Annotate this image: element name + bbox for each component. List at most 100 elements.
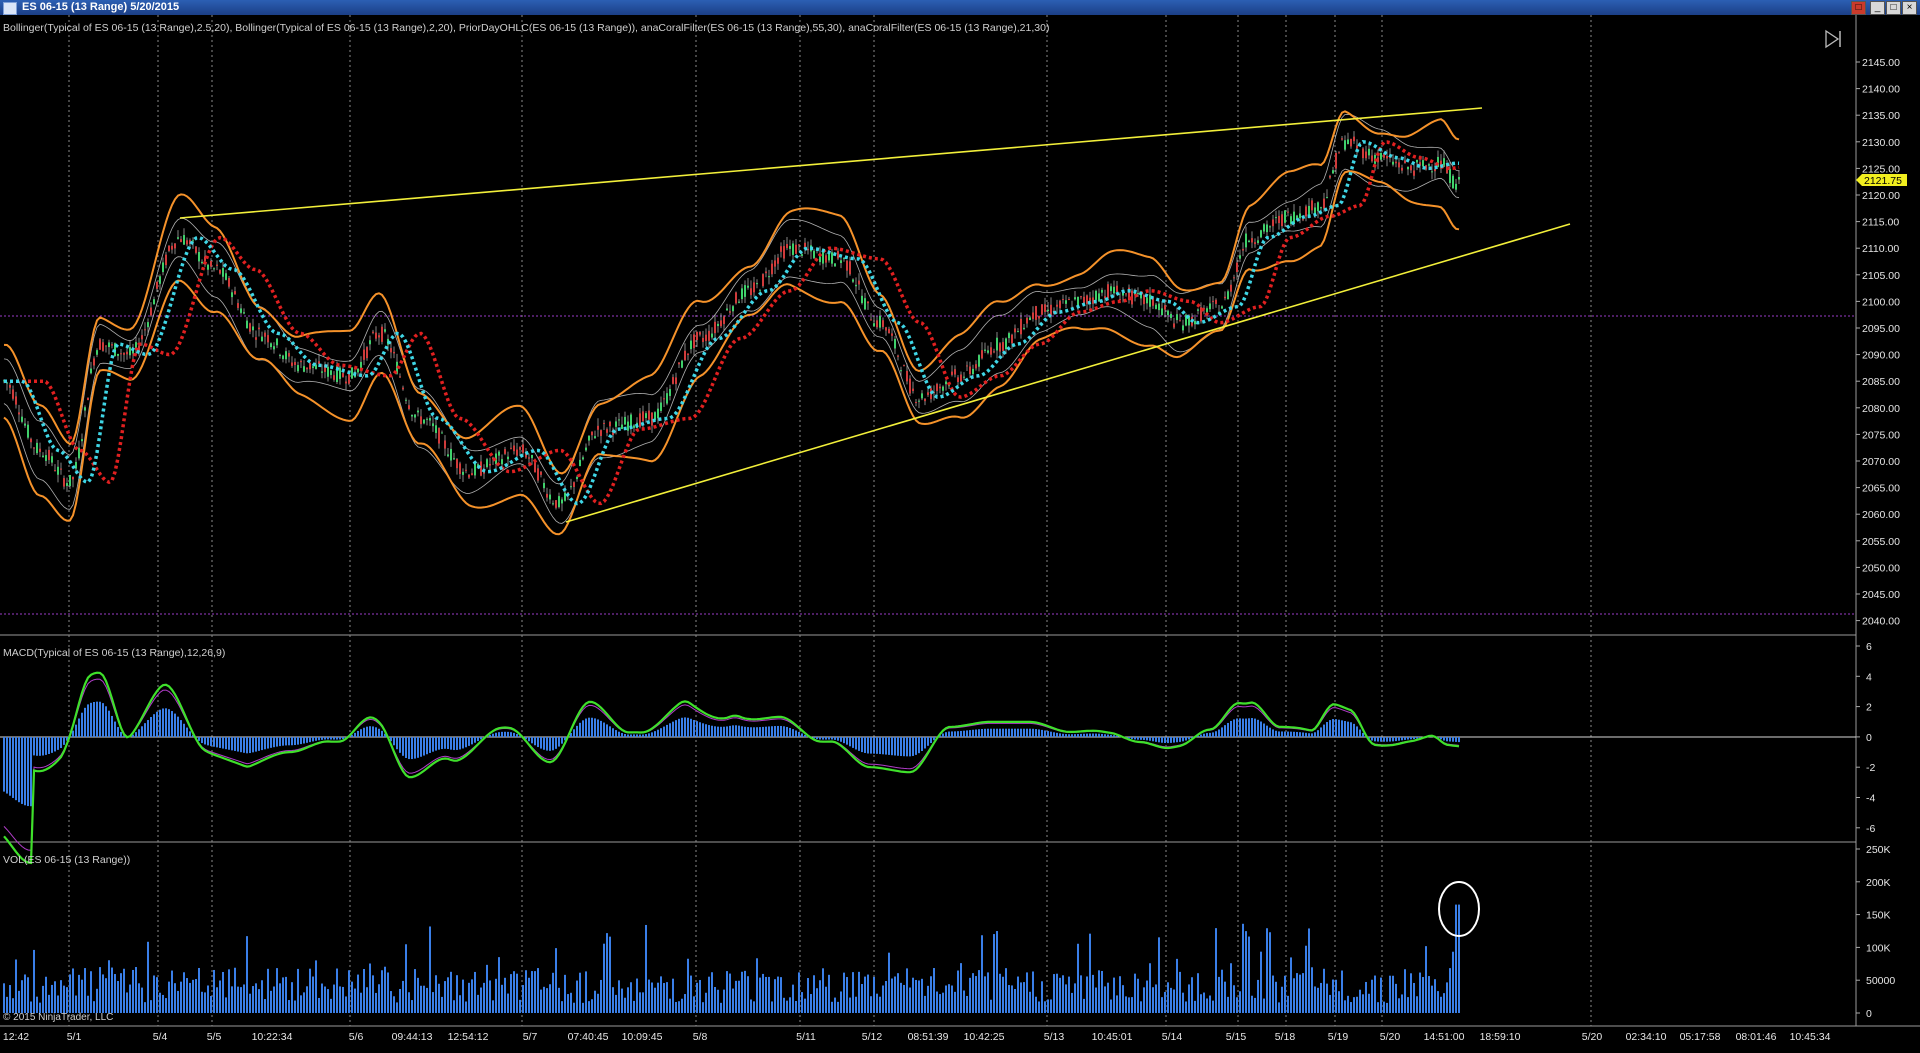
maximize-button[interactable]: □: [1886, 1, 1901, 15]
candle-body: [825, 255, 827, 263]
price-axis-label: 2090.00: [1862, 350, 1900, 362]
macd-histogram-bar: [1233, 719, 1235, 737]
volume-bar: [1221, 969, 1223, 1013]
macd-histogram-bar: [1275, 730, 1277, 737]
volume-bar: [732, 988, 734, 1013]
macd-histogram-bar: [153, 714, 155, 737]
volume-bar: [702, 1002, 704, 1013]
candle-body: [156, 281, 158, 289]
candle-body: [990, 347, 992, 355]
volume-bar: [63, 985, 65, 1013]
macd-histogram-bar: [423, 737, 425, 756]
candle-body: [1341, 138, 1343, 140]
volume-bar: [1209, 995, 1211, 1013]
candle-body: [549, 494, 551, 500]
time-axis-label: 12:42: [3, 1031, 29, 1043]
volume-bar: [927, 985, 929, 1013]
close-button[interactable]: ×: [1902, 1, 1917, 15]
volume-bar: [570, 992, 572, 1013]
volume-bar: [1437, 991, 1439, 1013]
macd-histogram-bar: [927, 737, 929, 746]
candle-body: [1161, 308, 1163, 316]
macd-histogram-bar: [798, 731, 800, 737]
minimize-button[interactable]: _: [1870, 1, 1885, 15]
candle-body: [1449, 168, 1451, 183]
candle-body: [798, 244, 800, 246]
candle-body: [1026, 317, 1028, 324]
volume-bar: [213, 969, 215, 1013]
macd-histogram-bar: [924, 737, 926, 749]
candle-body: [1365, 151, 1367, 159]
macd-histogram-bar: [303, 737, 305, 744]
macd-histogram-bar: [699, 722, 701, 737]
candle-body: [672, 377, 674, 384]
chart-area[interactable]: 2145.00 2140.00 2135.00 2130.00 2125.00 2120.…: [0, 15, 1920, 1048]
volume-bar: [1446, 982, 1448, 1013]
macd-histogram-bar: [441, 737, 443, 750]
macd-histogram-bar: [168, 709, 170, 737]
candle-body: [213, 268, 215, 270]
candle-body: [276, 338, 278, 346]
candle-body: [669, 389, 671, 396]
volume-bar: [1011, 985, 1013, 1013]
macd-histogram-bar: [135, 732, 137, 737]
candle-body: [327, 366, 329, 377]
candle-body: [342, 373, 344, 377]
candle-body: [117, 353, 119, 356]
macd-histogram-bar: [582, 720, 584, 737]
macd-histogram-bar: [672, 721, 674, 737]
volume-bar: [231, 986, 233, 1013]
macd-histogram-bar: [477, 737, 479, 742]
volume-axis-label: 250K: [1866, 844, 1891, 856]
macd-histogram-bar: [18, 737, 20, 803]
candle-body: [873, 323, 875, 327]
candle-body: [963, 376, 965, 378]
scroll-to-end-icon[interactable]: [1825, 29, 1841, 49]
volume-bar: [1002, 976, 1004, 1013]
macd-histogram-bar: [249, 737, 251, 754]
candle-body: [48, 449, 50, 461]
macd-histogram-bar: [1158, 737, 1160, 743]
volume-bar: [261, 980, 263, 1013]
volume-bar: [1146, 980, 1148, 1013]
volume-bar: [1029, 991, 1031, 1013]
candle-body: [303, 366, 305, 372]
macd-histogram-bar: [579, 722, 581, 737]
macd-indicator-label: MACD(Typical of ES 06-15 (13 Range),12,2…: [3, 647, 225, 659]
macd-histogram-bar: [1245, 718, 1247, 737]
candle-body: [894, 338, 896, 349]
candle-body: [1224, 296, 1226, 299]
volume-bar: [225, 997, 227, 1013]
time-axis-label: 07:40:45: [568, 1031, 609, 1043]
candle-body: [915, 402, 917, 404]
window-left-button[interactable]: □: [1851, 1, 1866, 15]
candle-body: [381, 326, 383, 342]
volume-bar: [762, 973, 764, 1013]
candle-body: [1230, 284, 1232, 292]
candle-body: [201, 261, 203, 264]
macd-histogram-bar: [1095, 733, 1097, 737]
candle-body: [1086, 295, 1088, 304]
candle-body: [39, 448, 41, 452]
candle-body: [63, 478, 65, 487]
macd-histogram-bar: [705, 724, 707, 737]
macd-histogram-bar: [459, 737, 461, 750]
macd-histogram-bar: [1209, 732, 1211, 737]
candle-body: [471, 473, 473, 476]
macd-histogram-bar: [138, 729, 140, 737]
macd-histogram-bar: [420, 737, 422, 757]
volume-bar: [564, 974, 566, 1013]
candle-body: [744, 285, 746, 297]
macd-histogram-bar: [630, 734, 632, 737]
volume-bar: [555, 948, 557, 1013]
macd-panel[interactable]: [3, 671, 1460, 865]
price-axis: 2145.00 2140.00 2135.00 2130.00 2125.00 2120.…: [3, 57, 1907, 1043]
candle-body: [432, 423, 434, 427]
volume-bar: [468, 982, 470, 1013]
time-axis-label: 08:01:46: [1736, 1031, 1777, 1043]
volume-bar: [1386, 1002, 1388, 1013]
volume-bar: [843, 972, 845, 1013]
volume-panel[interactable]: [3, 881, 1480, 1013]
candle-body: [531, 454, 533, 459]
macd-histogram-bar: [987, 728, 989, 737]
